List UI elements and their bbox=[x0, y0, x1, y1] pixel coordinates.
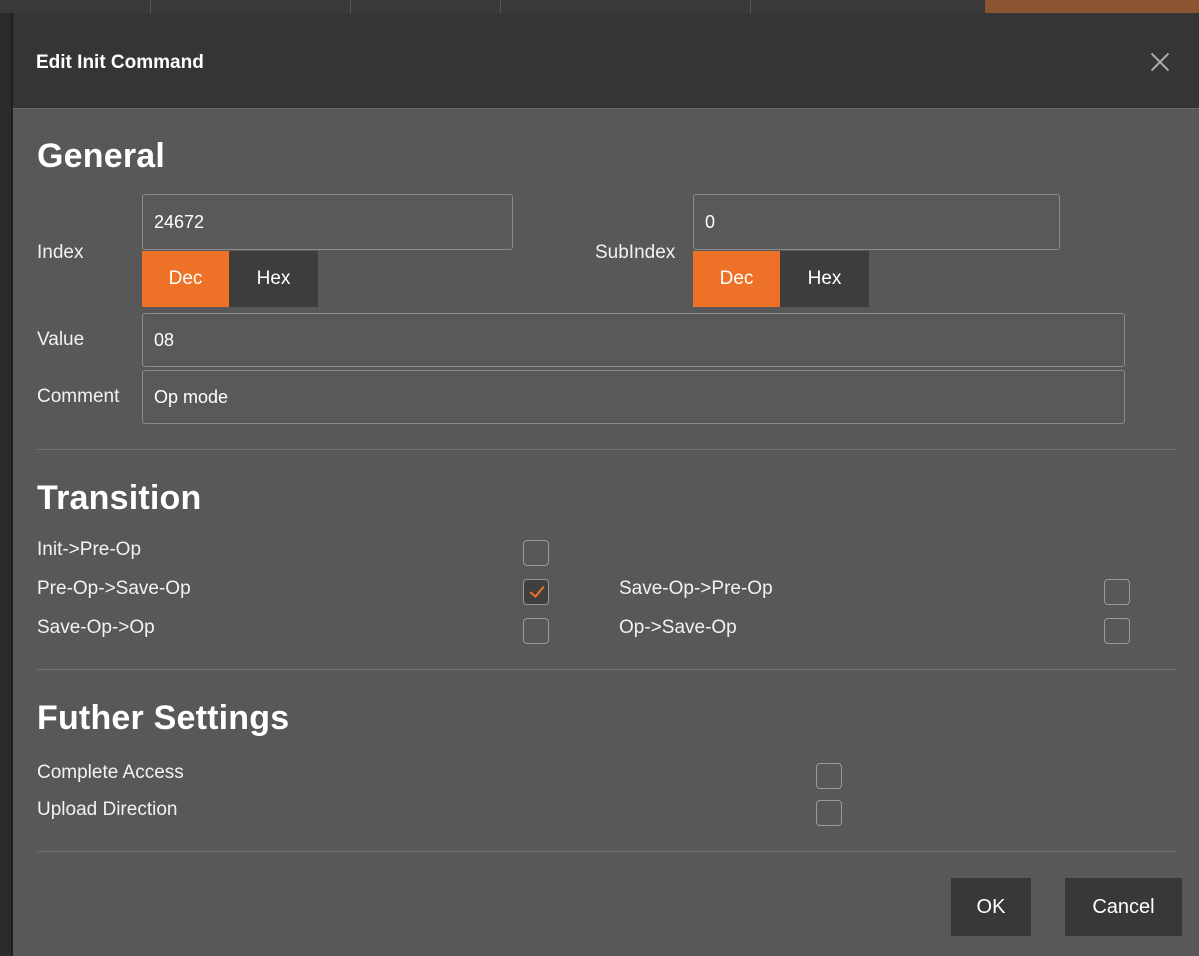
dialog-titlebar: Edit Init Command bbox=[13, 13, 1199, 109]
cancel-button[interactable]: Cancel bbox=[1065, 878, 1182, 936]
ok-button[interactable]: OK bbox=[951, 878, 1031, 936]
saveop-preop-checkbox[interactable] bbox=[1104, 579, 1130, 605]
complete-access-checkbox[interactable] bbox=[816, 763, 842, 789]
value-input[interactable] bbox=[142, 313, 1125, 367]
transition-label-saveop-preop: Save-Op->Pre-Op bbox=[619, 578, 773, 599]
section-divider bbox=[37, 851, 1177, 852]
background-window-strip bbox=[0, 0, 1199, 13]
comment-label: Comment bbox=[37, 386, 120, 407]
section-divider bbox=[37, 449, 1177, 450]
transition-heading: Transition bbox=[37, 479, 202, 517]
preop-saveop-checkbox[interactable] bbox=[523, 579, 549, 605]
value-label: Value bbox=[37, 329, 85, 350]
further-settings-heading: Futher Settings bbox=[37, 699, 290, 737]
subindex-dec-button[interactable]: Dec bbox=[693, 251, 780, 307]
transition-label-op-saveop: Op->Save-Op bbox=[619, 617, 737, 638]
transition-label-preop-saveop: Pre-Op->Save-Op bbox=[37, 578, 191, 599]
dialog-title: Edit Init Command bbox=[36, 52, 204, 73]
strip-divider bbox=[750, 0, 751, 13]
section-divider bbox=[37, 669, 1177, 670]
background-accent-strip bbox=[985, 0, 1199, 13]
upload-direction-label: Upload Direction bbox=[37, 799, 178, 820]
transition-label-init-preop: Init->Pre-Op bbox=[37, 539, 142, 560]
index-input[interactable] bbox=[142, 194, 513, 250]
strip-divider bbox=[350, 0, 351, 13]
transition-label-saveop-op: Save-Op->Op bbox=[37, 617, 155, 638]
saveop-op-checkbox[interactable] bbox=[523, 618, 549, 644]
subindex-input[interactable] bbox=[693, 194, 1060, 250]
strip-divider bbox=[500, 0, 501, 13]
edit-init-command-dialog: Edit Init Command General Index Dec Hex … bbox=[11, 13, 1199, 956]
comment-input[interactable] bbox=[142, 370, 1125, 424]
subindex-hex-button[interactable]: Hex bbox=[780, 251, 869, 307]
index-dec-button[interactable]: Dec bbox=[142, 251, 229, 307]
subindex-label: SubIndex bbox=[595, 242, 676, 263]
upload-direction-checkbox[interactable] bbox=[816, 800, 842, 826]
complete-access-label: Complete Access bbox=[37, 762, 184, 783]
general-heading: General bbox=[37, 137, 166, 175]
init-preop-checkbox[interactable] bbox=[523, 540, 549, 566]
close-icon[interactable] bbox=[1145, 47, 1175, 77]
index-hex-button[interactable]: Hex bbox=[229, 251, 318, 307]
op-saveop-checkbox[interactable] bbox=[1104, 618, 1130, 644]
index-label: Index bbox=[37, 242, 84, 263]
strip-divider bbox=[150, 0, 151, 13]
